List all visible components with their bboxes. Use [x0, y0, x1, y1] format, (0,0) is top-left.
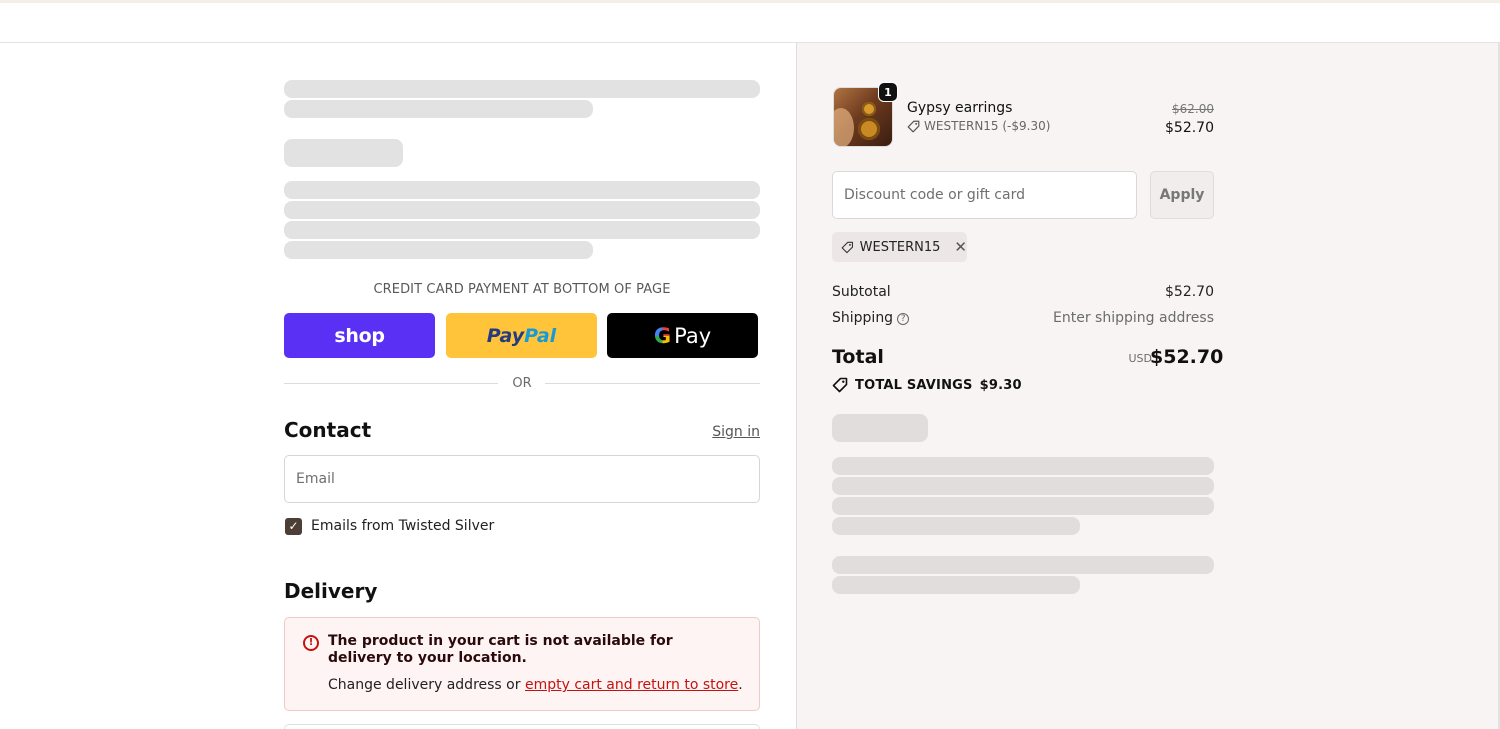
credit-card-note: CREDIT CARD PAYMENT AT BOTTOM OF PAGE [373, 282, 671, 297]
google-pay-label: Pay [674, 323, 712, 348]
skeleton-line [284, 221, 760, 239]
divider-right [545, 383, 760, 384]
quantity-badge: 1 [878, 82, 898, 102]
tag-icon [841, 241, 854, 253]
savings-label: TOTAL SAVINGS [855, 377, 973, 393]
product-price: $52.70 [1165, 120, 1214, 136]
skeleton-block [832, 414, 928, 442]
skeleton-line [832, 576, 1080, 594]
skeleton-line [832, 556, 1214, 574]
email-field[interactable] [284, 455, 760, 503]
skeleton-line [284, 80, 760, 98]
total-value: $52.70 [1150, 346, 1224, 368]
alert-title: The product in your cart is not availabl… [328, 633, 673, 666]
error-icon: ! [303, 635, 319, 651]
google-g-icon: G [653, 323, 672, 348]
empty-cart-link[interactable]: empty cart and return to store [525, 677, 738, 693]
skeleton-block [284, 139, 403, 167]
currency-code: USD [1128, 352, 1152, 365]
skeleton-line [832, 457, 1214, 475]
google-pay-button[interactable]: G Pay [607, 313, 758, 358]
shipping-row: Shipping? [832, 310, 910, 326]
skeleton-line [832, 477, 1214, 495]
discount-code-input[interactable] [833, 172, 1136, 218]
paypal-label-part2: Pal [524, 324, 557, 347]
email-input[interactable] [285, 456, 759, 502]
header-bar [0, 3, 1500, 43]
product-discount-label: WESTERN15 (-$9.30) [924, 119, 1051, 133]
applied-code-label: WESTERN15 [859, 239, 941, 255]
original-price: $62.00 [1172, 102, 1214, 116]
delivery-title: Delivery [284, 579, 378, 603]
help-icon[interactable]: ? [897, 313, 910, 325]
shop-pay-button[interactable]: shop [284, 313, 435, 358]
skeleton-line [284, 100, 593, 118]
paypal-button[interactable]: Pay Pal [446, 313, 597, 358]
divider-left [284, 383, 498, 384]
sign-in-link[interactable]: Sign in [700, 424, 760, 440]
subtotal-label: Subtotal [832, 284, 891, 300]
applied-code-chip: WESTERN15 ✕ [832, 232, 967, 262]
or-divider-label: OR [512, 376, 532, 391]
product-name: Gypsy earrings [907, 100, 1013, 116]
total-label: Total [832, 346, 884, 368]
shop-pay-label: shop [334, 324, 385, 347]
total-savings: TOTAL SAVINGS $9.30 [832, 377, 1022, 393]
tag-icon [907, 120, 920, 132]
tag-icon [832, 377, 848, 393]
delivery-error-alert: ! The product in your cart is not availa… [284, 617, 760, 711]
alert-body-suffix: . [738, 677, 743, 693]
shipping-label: Shipping [832, 310, 894, 326]
skeleton-line [832, 497, 1214, 515]
skeleton-line [284, 241, 593, 259]
newsletter-label: Emails from Twisted Silver [311, 518, 495, 534]
shipping-value: Enter shipping address [1053, 310, 1214, 326]
savings-value: $9.30 [979, 377, 1022, 393]
contact-title: Contact [284, 418, 372, 442]
alert-body-prefix: Change delivery address or [328, 677, 525, 693]
product-discount: WESTERN15 (-$9.30) [907, 119, 1050, 133]
alert-body: Change delivery address or empty cart an… [328, 677, 743, 693]
remove-code-icon[interactable]: ✕ [954, 238, 967, 256]
discount-code-field[interactable] [832, 171, 1137, 219]
skeleton-line [284, 181, 760, 199]
apply-button[interactable]: Apply [1150, 171, 1214, 219]
newsletter-checkbox[interactable]: ✓ [285, 518, 302, 535]
skeleton-line [284, 201, 760, 219]
skeleton-line [832, 517, 1080, 535]
subtotal-value: $52.70 [1165, 284, 1214, 300]
delivery-next-field [284, 724, 760, 729]
paypal-label-part1: Pay [486, 324, 525, 347]
